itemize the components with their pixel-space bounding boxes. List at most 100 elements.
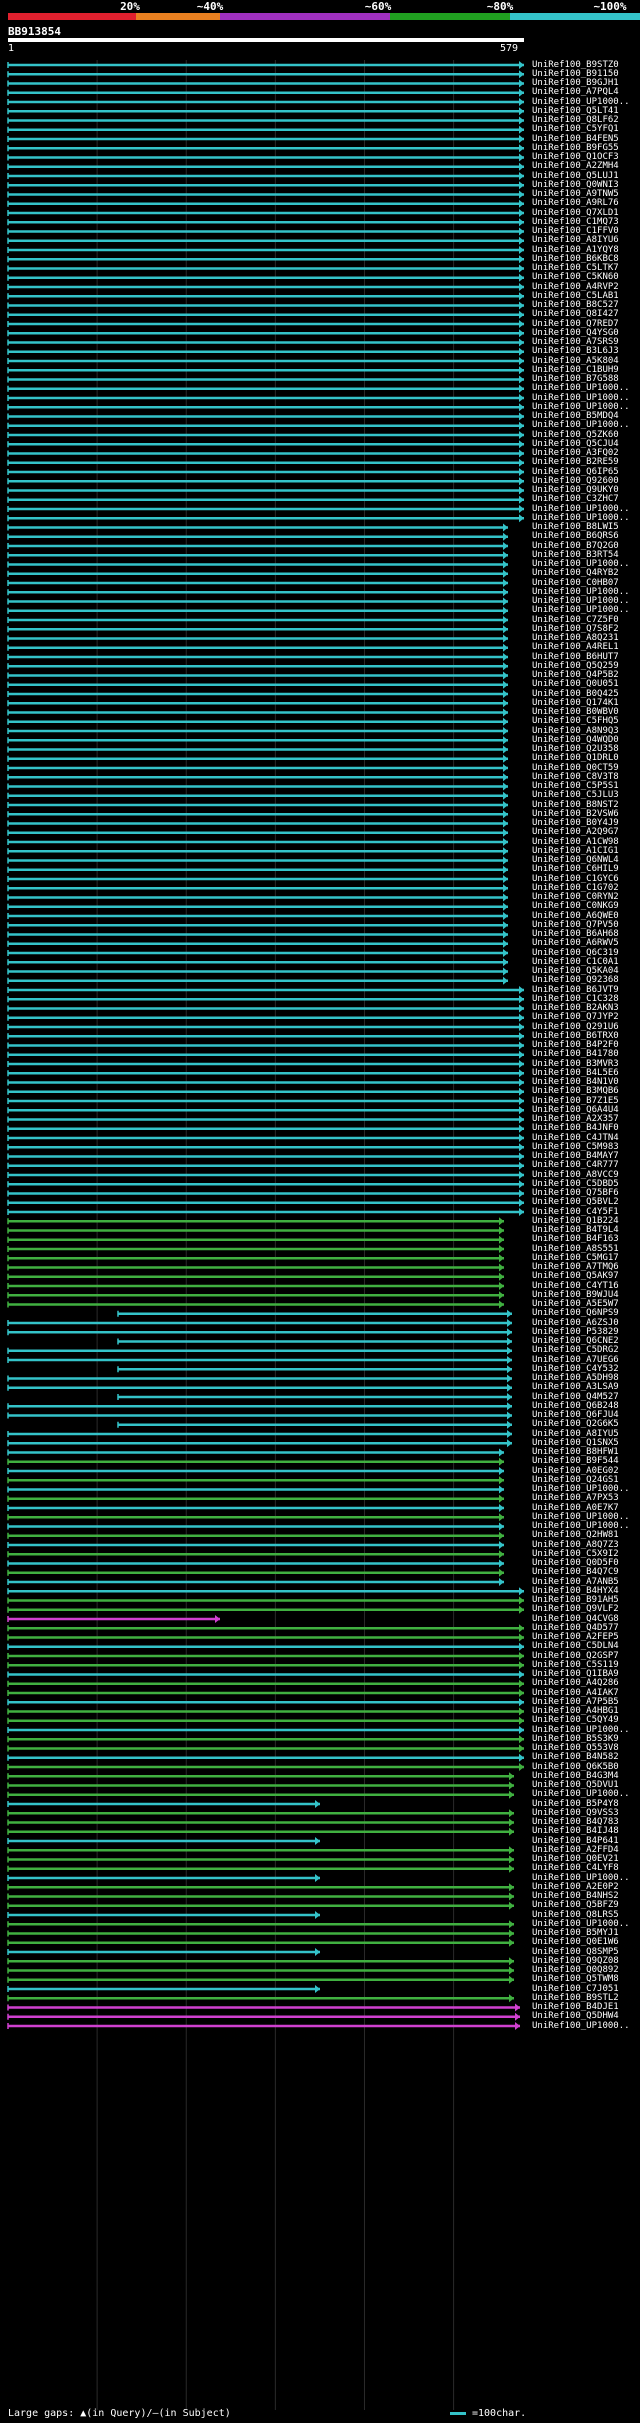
hit-label[interactable]: UniRef100_Q2HW81 [532,1531,619,1540]
scale-bar-purple [220,13,390,20]
gap-legend: Large gaps: ▲(in Query)/—(in Subject) [8,2408,231,2419]
hit-end-arrow [503,671,508,680]
hit-label[interactable]: UniRef100_Q5BFZ9 [532,1901,619,1910]
hit-label[interactable]: UniRef100_A9RL76 [532,199,619,208]
hit-end-arrow [519,1633,524,1642]
hit-end-arrow [519,1078,524,1087]
hit-label[interactable]: UniRef100_B4N582 [532,1753,619,1762]
hit-label[interactable]: UniRef100_C5FHQ5 [532,717,619,726]
hit-label[interactable]: UniRef100_A6RWV5 [532,939,619,948]
hit-end-arrow [519,292,524,301]
hit-label[interactable]: UniRef100_A2Q9G7 [532,828,619,837]
hit-label[interactable]: UniRef100_A3LSA9 [532,1383,619,1392]
hit-label[interactable]: UniRef100_Q0U051 [532,680,619,689]
hit-end-arrow [519,1115,524,1124]
hit-end-arrow [509,1994,514,2003]
hit-label[interactable]: UniRef100_A8IYU6 [532,236,619,245]
hit-label[interactable]: UniRef100_Q6NPS9 [532,1309,619,1318]
hit-end-arrow [315,1800,320,1808]
hit-end-arrow [519,227,524,236]
hit-label[interactable]: UniRef100_Q8I427 [532,310,619,319]
hit-label[interactable]: UniRef100_UP1000.. [532,1790,630,1799]
hit-label[interactable]: UniRef100_A2ZMH4 [532,162,619,171]
hit-label[interactable]: UniRef100_B4F163 [532,1235,619,1244]
hit-end-arrow [509,1901,514,1910]
hit-end-arrow [519,403,524,412]
hit-label[interactable]: UniRef100_C5DLN4 [532,1642,619,1651]
hit-end-arrow [315,1837,320,1845]
hit-label[interactable]: UniRef100_A7PQL4 [532,88,619,97]
hit-end-arrow [519,1152,524,1161]
hit-end-arrow [503,791,508,800]
hit-end-arrow [509,1938,514,1947]
hit-end-arrow [519,320,524,328]
hit-label[interactable]: UniRef100_C5KN60 [532,273,619,282]
hit-end-arrow [499,1476,504,1485]
hit-end-arrow [519,329,524,338]
hit-end-arrow [519,199,524,208]
hit-label[interactable]: UniRef100_A7PX53 [532,1494,619,1503]
hit-label[interactable]: UniRef100_C5YFQ1 [532,125,619,134]
hit-label[interactable]: UniRef100_Q4RYB2 [532,569,619,578]
hit-label[interactable]: UniRef100_UP1000.. [532,2021,630,2031]
hit-label[interactable]: UniRef100_C5QY49 [532,1716,619,1725]
hit-label[interactable]: UniRef100_Q92368 [532,976,619,985]
hit-end-arrow [503,764,508,772]
hit-label[interactable]: UniRef100_B41780 [532,1050,619,1059]
hit-label[interactable]: UniRef100_Q5DHW4 [532,2012,619,2021]
hit-label[interactable]: UniRef100_B6QRS6 [532,532,619,541]
hit-end-arrow [519,1161,524,1170]
hit-end-arrow [503,902,508,911]
hit-end-arrow [519,431,524,439]
hit-label[interactable]: UniRef100_Q9VLF2 [532,1605,619,1614]
hit-label[interactable]: UniRef100_C5DRG2 [532,1346,619,1355]
hit-label[interactable]: UniRef100_Q2G6K5 [532,1420,619,1429]
hit-end-arrow [519,1698,524,1707]
hit-end-arrow [519,1143,524,1152]
hit-label[interactable]: UniRef100_Q0E1W6 [532,1938,619,1947]
hit-end-arrow [509,1966,514,1975]
hit-label[interactable]: UniRef100_B4IJ48 [532,1827,619,1836]
hit-end-arrow [499,1226,504,1235]
hit-end-arrow [519,1004,524,1013]
hit-end-arrow [507,1393,512,1401]
scale-legend: =100char. [450,2408,526,2419]
hit-label[interactable]: UniRef100_C4LYF8 [532,1864,619,1873]
hit-label[interactable]: UniRef100_B3MQB6 [532,1087,619,1096]
query-start-position: 1 [8,43,15,54]
hit-label[interactable]: UniRef100_C6HIL9 [532,865,619,874]
hit-end-arrow [507,1402,512,1411]
hit-label[interactable]: UniRef100_A4REL1 [532,643,619,652]
hit-end-arrow [519,1605,524,1614]
hit-end-arrow [519,107,524,116]
hit-end-arrow [499,1578,504,1586]
hit-label[interactable]: UniRef100_C3ZHC7 [532,495,619,504]
hit-label[interactable]: UniRef100_UP1000.. [532,421,630,430]
hit-end-arrow [509,1883,514,1892]
hit-label[interactable]: UniRef100_Q1DRL0 [532,754,619,763]
hit-label[interactable]: UniRef100_C5JLU3 [532,791,619,800]
hit-label[interactable]: UniRef100_C4R777 [532,1161,619,1170]
hit-label[interactable]: UniRef100_A4Q286 [532,1679,619,1688]
hit-label[interactable]: UniRef100_UP1000.. [532,384,630,393]
hit-label[interactable]: UniRef100_Q5BVL2 [532,1198,619,1207]
hit-label[interactable]: UniRef100_UP1000.. [532,606,630,615]
hit-label[interactable]: UniRef100_B9F544 [532,1457,619,1466]
hit-label[interactable]: UniRef100_C0NKG9 [532,902,619,911]
hit-end-arrow [503,532,508,541]
hit-end-arrow [503,958,508,967]
hit-end-arrow [499,1217,504,1226]
hit-end-arrow [519,1180,524,1189]
hit-end-arrow [503,782,508,791]
hit-label[interactable]: UniRef100_B3L6J3 [532,347,619,356]
query-end-position: 579 [500,43,519,54]
hit-label[interactable]: UniRef100_B4JNF0 [532,1124,619,1133]
hit-end-arrow [499,1254,504,1263]
hit-end-arrow [499,1467,504,1475]
hit-label[interactable]: UniRef100_Q5AK97 [532,1272,619,1281]
hit-label[interactable]: UniRef100_Q5TWM8 [532,1975,619,1984]
hit-label[interactable]: UniRef100_B2RE59 [532,458,619,467]
hit-end-arrow [519,1624,524,1633]
hit-label[interactable]: UniRef100_Q7JYP2 [532,1013,619,1022]
hit-label[interactable]: UniRef100_B4Q7C9 [532,1568,619,1577]
